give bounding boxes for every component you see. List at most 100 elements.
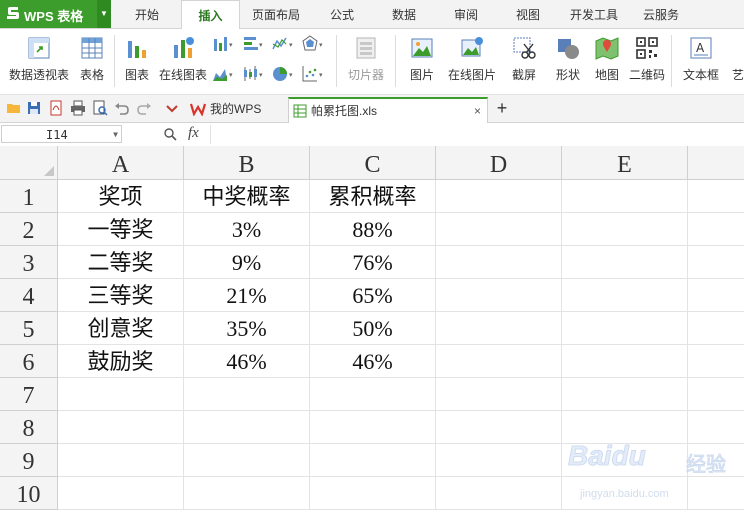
row-header[interactable]: 8: [0, 411, 58, 444]
menu-tab-review[interactable]: 审阅: [444, 0, 488, 28]
column-header-a[interactable]: A: [58, 146, 184, 180]
empty-cell[interactable]: [310, 411, 436, 444]
cell-b5[interactable]: 35%: [184, 312, 310, 345]
empty-cell[interactable]: [58, 411, 184, 444]
menu-tab-page-layout[interactable]: 页面布局: [246, 0, 306, 28]
menu-tab-data[interactable]: 数据: [382, 0, 426, 28]
row-header[interactable]: 4: [0, 279, 58, 312]
empty-cell[interactable]: [310, 477, 436, 510]
export-pdf-icon[interactable]: [48, 100, 64, 116]
row-header[interactable]: 7: [0, 378, 58, 411]
empty-cell[interactable]: [688, 378, 744, 411]
empty-cell[interactable]: [562, 213, 688, 246]
cell-b1[interactable]: 中奖概率: [184, 180, 310, 213]
chart-button[interactable]: 图表: [120, 29, 154, 91]
row-header[interactable]: 3: [0, 246, 58, 279]
empty-cell[interactable]: [562, 312, 688, 345]
radar-chart-icon[interactable]: ▾: [302, 35, 324, 53]
pivot-table-button[interactable]: 数据透视表: [6, 29, 72, 91]
save-icon[interactable]: [26, 100, 42, 116]
screenshot-button[interactable]: 截屏: [504, 29, 544, 91]
cell-a4[interactable]: 三等奖: [58, 279, 184, 312]
empty-cell[interactable]: [184, 411, 310, 444]
undo-icon[interactable]: [114, 100, 130, 116]
empty-cell[interactable]: [184, 378, 310, 411]
name-box[interactable]: I14 ▼: [1, 125, 122, 143]
bar-chart-horizontal-icon[interactable]: ▾: [242, 35, 264, 53]
menu-tab-formula[interactable]: 公式: [320, 0, 364, 28]
cell-c4[interactable]: 65%: [310, 279, 436, 312]
close-tab-icon[interactable]: ×: [474, 99, 481, 123]
cell-b4[interactable]: 21%: [184, 279, 310, 312]
menu-tab-insert[interactable]: 插入: [181, 0, 240, 30]
customize-quick-access-icon[interactable]: [164, 100, 180, 116]
line-chart-icon[interactable]: ▾: [272, 35, 294, 53]
empty-cell[interactable]: [562, 246, 688, 279]
empty-cell[interactable]: [436, 444, 562, 477]
empty-cell[interactable]: [184, 477, 310, 510]
menu-tab-home[interactable]: 开始: [122, 0, 172, 28]
empty-cell[interactable]: [688, 279, 744, 312]
empty-cell[interactable]: [688, 246, 744, 279]
row-header[interactable]: 2: [0, 213, 58, 246]
print-icon[interactable]: [70, 100, 86, 116]
cell-a6[interactable]: 鼓励奖: [58, 345, 184, 378]
cell-c2[interactable]: 88%: [310, 213, 436, 246]
empty-cell[interactable]: [58, 378, 184, 411]
row-header[interactable]: 5: [0, 312, 58, 345]
empty-cell[interactable]: [562, 378, 688, 411]
cell-a1[interactable]: 奖项: [58, 180, 184, 213]
menu-tab-cloud[interactable]: 云服务: [636, 0, 686, 28]
empty-cell[interactable]: [310, 378, 436, 411]
cell-c6[interactable]: 46%: [310, 345, 436, 378]
online-chart-button[interactable]: 在线图表: [158, 29, 208, 91]
map-button[interactable]: 地图: [592, 29, 622, 91]
empty-cell[interactable]: [436, 180, 562, 213]
area-chart-icon[interactable]: ▾: [212, 65, 234, 83]
table-button[interactable]: 表格: [76, 29, 108, 91]
cell-c3[interactable]: 76%: [310, 246, 436, 279]
empty-cell[interactable]: [436, 378, 562, 411]
empty-cell[interactable]: [562, 180, 688, 213]
cell-b3[interactable]: 9%: [184, 246, 310, 279]
wps-app-menu-button[interactable]: WPS 表格 ▼: [0, 0, 111, 28]
empty-cell[interactable]: [436, 411, 562, 444]
menu-tab-view[interactable]: 视图: [506, 0, 550, 28]
shapes-button[interactable]: 形状: [548, 29, 588, 91]
redo-icon[interactable]: [136, 100, 152, 116]
slicer-button[interactable]: 切片器: [344, 29, 388, 91]
empty-cell[interactable]: [436, 279, 562, 312]
fx-icon[interactable]: fx: [188, 125, 199, 142]
empty-cell[interactable]: [688, 345, 744, 378]
empty-cell[interactable]: [58, 444, 184, 477]
tab-my-wps[interactable]: 我的WPS: [186, 97, 284, 121]
zoom-search-icon[interactable]: [163, 127, 177, 141]
name-box-dropdown-icon[interactable]: ▼: [113, 126, 118, 144]
empty-cell[interactable]: [688, 213, 744, 246]
cell-c5[interactable]: 50%: [310, 312, 436, 345]
row-header[interactable]: 6: [0, 345, 58, 378]
cell-b2[interactable]: 3%: [184, 213, 310, 246]
row-header[interactable]: 9: [0, 444, 58, 477]
qrcode-button[interactable]: 二维码: [628, 29, 666, 91]
cell-a3[interactable]: 二等奖: [58, 246, 184, 279]
empty-cell[interactable]: [562, 345, 688, 378]
column-header-d[interactable]: D: [436, 146, 562, 180]
art-text-button[interactable]: 艺: [732, 29, 744, 91]
print-preview-icon[interactable]: [92, 100, 108, 116]
column-header-f[interactable]: [688, 146, 744, 180]
empty-cell[interactable]: [58, 477, 184, 510]
menu-tab-developer[interactable]: 开发工具: [562, 0, 626, 28]
empty-cell[interactable]: [688, 312, 744, 345]
textbox-button[interactable]: A 文本框: [676, 29, 726, 91]
column-header-b[interactable]: B: [184, 146, 310, 180]
pie-chart-icon[interactable]: ▾: [272, 65, 294, 83]
cell-a5[interactable]: 创意奖: [58, 312, 184, 345]
scatter-chart-icon[interactable]: ▾: [302, 65, 324, 83]
empty-cell[interactable]: [436, 213, 562, 246]
column-chart-icon[interactable]: ▾: [212, 35, 234, 53]
stock-chart-icon[interactable]: ▾: [242, 65, 264, 83]
empty-cell[interactable]: [184, 444, 310, 477]
cell-c1[interactable]: 累积概率: [310, 180, 436, 213]
empty-cell[interactable]: [436, 477, 562, 510]
